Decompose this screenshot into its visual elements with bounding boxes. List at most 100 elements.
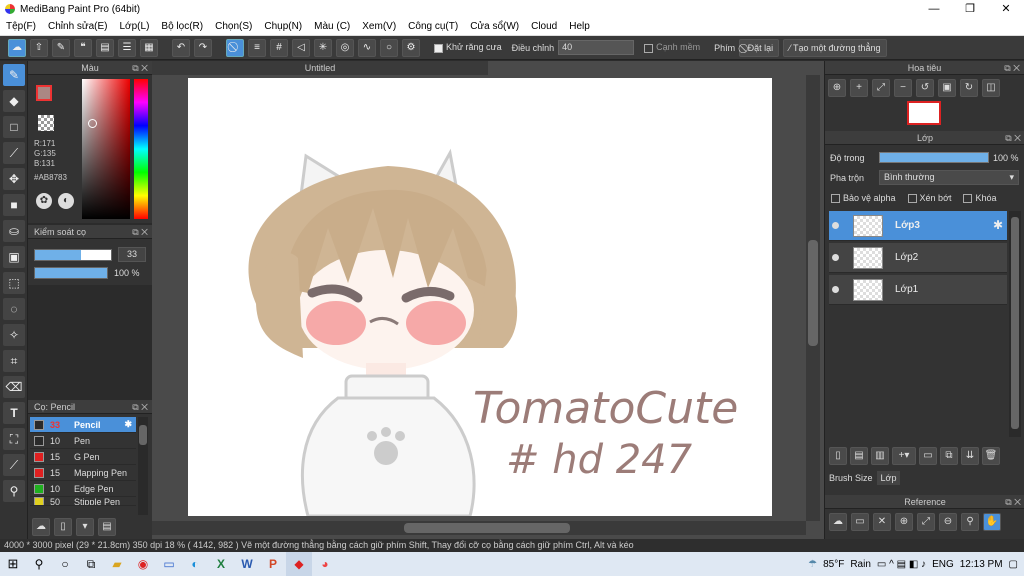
opacity-slider[interactable]: [34, 267, 108, 279]
menu-select[interactable]: Chọn(S): [209, 21, 258, 32]
tray-icons[interactable]: ▭ ^ ▤ ◧ ♪: [877, 559, 926, 570]
menu-snap[interactable]: Chụp(N): [258, 21, 308, 32]
brush-settings-icon[interactable]: ✱: [124, 419, 132, 430]
reference-cloud-icon[interactable]: ☁: [829, 513, 847, 531]
powerpoint-icon[interactable]: P: [260, 552, 286, 576]
clock[interactable]: 12:13 PM: [960, 559, 1003, 570]
menu-view[interactable]: Xem(V): [356, 21, 402, 32]
primary-color-swatch[interactable]: [36, 85, 52, 101]
hand-icon[interactable]: ✋: [983, 513, 1001, 531]
adjust-input[interactable]: 40: [558, 40, 635, 55]
task-view-icon[interactable]: ⧉: [78, 552, 104, 576]
close-reference-icon[interactable]: ✕: [873, 513, 891, 531]
visibility-eye-icon[interactable]: [832, 254, 839, 261]
menu-color[interactable]: Màu (C): [308, 21, 356, 32]
panel-close-icon[interactable]: ⧉ ✕: [132, 61, 148, 75]
transparent-swatch[interactable]: [38, 115, 54, 131]
color-palette-icon[interactable]: ✿: [36, 193, 52, 209]
undo-icon[interactable]: ↶: [172, 38, 190, 57]
tab-brush-size[interactable]: Brush Size: [827, 471, 875, 485]
color-history-icon[interactable]: ◐: [58, 193, 74, 209]
medibang-taskbar-icon[interactable]: ◆: [286, 552, 312, 576]
folder-icon[interactable]: ▭: [919, 447, 937, 465]
comment-icon[interactable]: ✎: [52, 38, 70, 57]
speech-icon[interactable]: ❝: [74, 38, 92, 57]
canvas-horizontal-scrollbar[interactable]: [152, 521, 806, 535]
layer-item-2[interactable]: Lớp2: [829, 243, 1007, 273]
add-layer-menu-icon[interactable]: +▾: [892, 447, 916, 465]
monitor-icon[interactable]: ▭: [156, 552, 182, 576]
bucket-tool-icon[interactable]: ⛀: [3, 220, 25, 242]
size-slider[interactable]: [34, 249, 112, 261]
grid-icon[interactable]: ▦: [140, 38, 158, 57]
select-eraser-tool-icon[interactable]: ⌫: [3, 376, 25, 398]
zoom-plus-icon[interactable]: +: [850, 79, 868, 97]
maximize-button[interactable]: ❐: [952, 0, 988, 18]
brush-tool-icon[interactable]: ✎: [3, 64, 25, 86]
visibility-eye-icon[interactable]: [832, 286, 839, 293]
new-8bit-layer-icon[interactable]: ▥: [871, 447, 889, 465]
select-pen-tool-icon[interactable]: ⌗: [3, 350, 25, 372]
rotate-left-icon[interactable]: ↺: [916, 79, 934, 97]
no-snap-icon[interactable]: ⃠: [226, 38, 244, 57]
flip-icon[interactable]: ◫: [982, 79, 1000, 97]
cross-snap-icon[interactable]: #: [270, 38, 288, 57]
curve-snap-icon[interactable]: ∿: [358, 38, 376, 57]
actual-size-icon[interactable]: ▣: [938, 79, 956, 97]
clipping-checkbox[interactable]: Xén bớt: [907, 193, 951, 204]
gradient-tool-icon[interactable]: ▣: [3, 246, 25, 268]
zoom-in-icon[interactable]: ⊕: [828, 79, 846, 97]
layer-list-scrollbar[interactable]: [1009, 211, 1021, 437]
app-red-icon[interactable]: ◉: [130, 552, 156, 576]
reset-button[interactable]: ⃠ Đặt lại: [739, 38, 780, 57]
antialias-checkbox[interactable]: Khử răng cưa: [434, 42, 502, 53]
menu-layer[interactable]: Lớp(L): [114, 21, 156, 32]
panel-close-icon[interactable]: ⧉ ✕: [1005, 495, 1021, 509]
brush-item-pencil[interactable]: 33 Pencil ✱: [30, 417, 136, 433]
weather-text[interactable]: Rain: [850, 559, 871, 570]
zoom-out-icon[interactable]: −: [894, 79, 912, 97]
brush-list-scrollbar[interactable]: [138, 417, 148, 515]
protect-alpha-checkbox[interactable]: Bảo vệ alpha: [831, 193, 896, 204]
color-picker-cursor[interactable]: [88, 119, 97, 128]
new-halftone-layer-icon[interactable]: ▤: [850, 447, 868, 465]
ref-zoom-in-icon[interactable]: ⊕: [895, 513, 913, 531]
redo-icon[interactable]: ↷: [194, 38, 212, 57]
vanishing-snap-icon[interactable]: ◁: [292, 38, 310, 57]
smooth-edge-checkbox[interactable]: Cạnh mềm: [644, 42, 700, 53]
rotate-right-icon[interactable]: ↻: [960, 79, 978, 97]
canvas-paper[interactable]: TomatoCute # hd 247: [188, 78, 772, 516]
select-tool-icon[interactable]: ⬚: [3, 272, 25, 294]
windows-start-icon[interactable]: ⊞: [0, 552, 26, 576]
brush-menu-icon[interactable]: ▾: [76, 518, 94, 536]
list-icon[interactable]: ☰: [118, 38, 136, 57]
cortana-icon[interactable]: ○: [52, 552, 78, 576]
layer-settings-icon[interactable]: ✱: [993, 218, 1003, 232]
settings-icon[interactable]: ⚙: [402, 38, 420, 57]
file-explorer-icon[interactable]: ▰: [104, 552, 130, 576]
canvas-tab[interactable]: Untitled: [152, 61, 488, 75]
notification-icon[interactable]: ▢: [1009, 559, 1018, 570]
blend-select[interactable]: Bình thường ▾: [879, 170, 1019, 185]
parallel-snap-icon[interactable]: ≡: [248, 38, 266, 57]
chrome-icon[interactable]: ◕: [312, 552, 338, 576]
brush-item-mapping-pen[interactable]: 15 Mapping Pen: [30, 465, 136, 481]
close-button[interactable]: ✕: [988, 0, 1024, 18]
share-icon[interactable]: ⇧: [30, 38, 48, 57]
edge-browser-icon[interactable]: ◐: [182, 552, 208, 576]
weather-icon[interactable]: ☂: [808, 559, 817, 570]
brush-item-g-pen[interactable]: 15 G Pen: [30, 449, 136, 465]
language-indicator[interactable]: ENG: [932, 559, 954, 570]
delete-layer-icon[interactable]: 🗑: [982, 447, 1000, 465]
menu-cloud[interactable]: Cloud: [525, 21, 563, 32]
duplicate-layer-icon[interactable]: ⧉: [940, 447, 958, 465]
menu-filter[interactable]: Bộ lọc(R): [155, 21, 209, 32]
menu-edit[interactable]: Chỉnh sửa(E): [42, 21, 114, 32]
straight-line-button[interactable]: ⁄ Tạo một đường thẳng: [783, 38, 887, 57]
layer-opacity-slider[interactable]: [879, 152, 989, 163]
navigator-preview[interactable]: [907, 101, 941, 125]
eyedropper-tool-icon[interactable]: ⚲: [3, 480, 25, 502]
excel-icon[interactable]: X: [208, 552, 234, 576]
move-tool-icon[interactable]: ✥: [3, 168, 25, 190]
brush-cloud-icon[interactable]: ☁: [32, 518, 50, 536]
